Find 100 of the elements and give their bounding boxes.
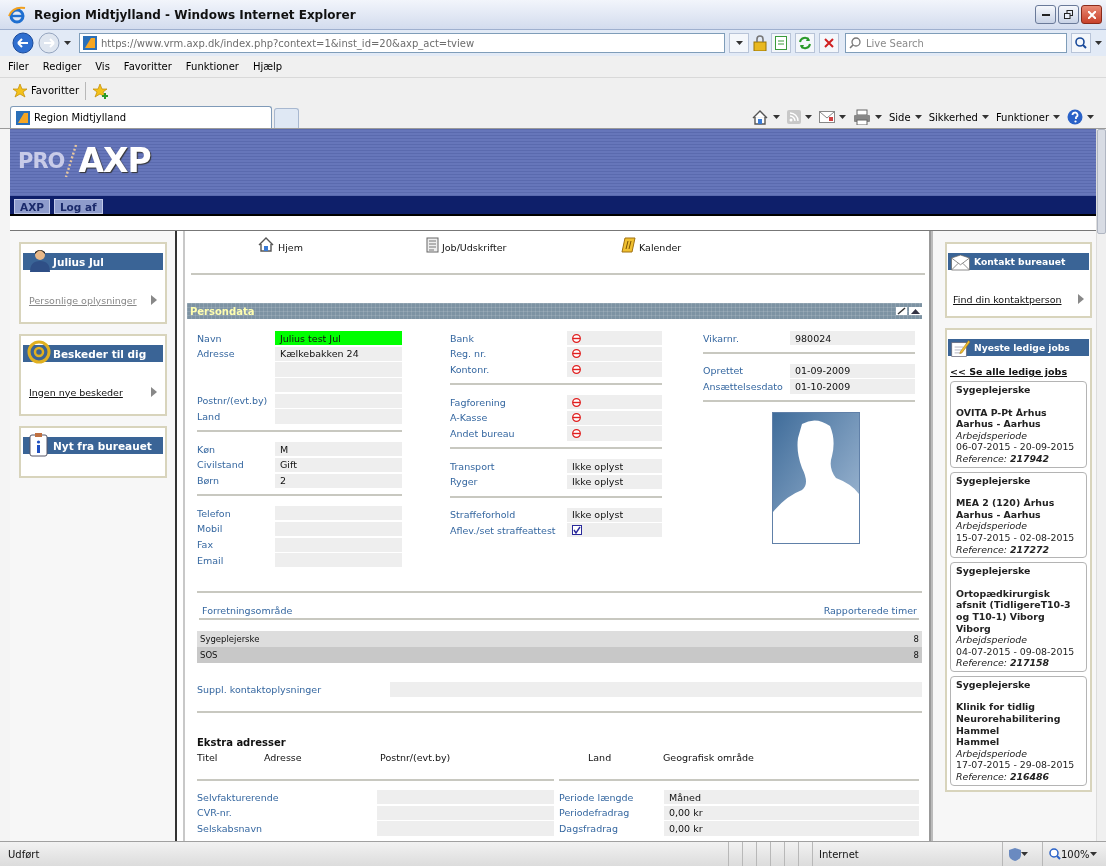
field-value: 01-10-2009: [790, 379, 915, 394]
sidebar-link[interactable]: Ingen nye beskeder: [29, 386, 123, 398]
command-menu-button[interactable]: Funktioner: [995, 111, 1060, 123]
nav-button[interactable]: Log af: [53, 199, 103, 214]
caret-icon: [773, 115, 780, 119]
lock-icon: [753, 35, 767, 51]
menu-item[interactable]: Funktioner: [185, 61, 239, 72]
field-label: Aflev./set straffeattest: [450, 524, 557, 536]
logo-slash-icon: [64, 142, 79, 179]
sidebar-link[interactable]: Personlige oplysninger: [29, 294, 137, 306]
field-label: Mobil: [197, 523, 224, 535]
favorites-button[interactable]: Favoritter: [12, 83, 79, 98]
menu-item[interactable]: Hjælp: [252, 61, 283, 72]
field-value: Måned: [664, 789, 919, 805]
search-field[interactable]: Live Search: [845, 33, 1067, 53]
print-button[interactable]: [853, 109, 882, 125]
see-all-link[interactable]: << Se alle ledige jobs: [949, 363, 1068, 377]
job-city: Aarhus - Aarhus: [956, 508, 1042, 521]
command-menu-button[interactable]: Side: [889, 111, 922, 123]
person-icon: [27, 248, 53, 274]
nav-link[interactable]: Kalender: [621, 236, 682, 253]
job-city: Viborg: [956, 622, 992, 635]
table-cell: 8: [913, 633, 919, 644]
scrollbar-thumb[interactable]: [1097, 129, 1106, 234]
field-value: 2: [275, 473, 402, 488]
nav-link[interactable]: Job/Udskrifter: [426, 237, 507, 253]
menu-item[interactable]: Filer: [8, 61, 29, 72]
stop-icon: [824, 38, 834, 48]
notepad-icon: [950, 339, 971, 358]
search-icon: [849, 37, 861, 49]
field-label: Vikarnr.: [703, 332, 740, 344]
job-title: Sygeplejerske: [956, 384, 1032, 396]
job-place: MEA 2 (120) Århus: [956, 497, 1056, 509]
compatibility-button[interactable]: [771, 33, 791, 53]
stop-button[interactable]: [819, 33, 839, 53]
menu-item[interactable]: Rediger: [42, 61, 82, 72]
calendar-icon: [621, 236, 636, 253]
field-label: Reg. nr.: [450, 348, 488, 360]
menu-item[interactable]: Vis: [95, 61, 110, 72]
field-value: Ikke oplyst: [567, 474, 662, 489]
edit-icon[interactable]: [896, 307, 907, 315]
mail-button[interactable]: [819, 111, 846, 123]
command-menu-button[interactable]: Sikkerhed: [928, 111, 989, 123]
reference-text: Reference: 217272: [956, 543, 1051, 556]
search-icon: [1075, 37, 1087, 49]
table-cell: 8: [913, 649, 919, 660]
history-dropdown-button[interactable]: [64, 41, 71, 45]
field-label: Kontonr.: [450, 363, 491, 375]
column-header: Titel: [197, 751, 219, 763]
field-value: 980024: [790, 331, 915, 346]
field-label: Straffeforhold: [450, 509, 517, 521]
job-place: Ortopædkirurgisk afsnit (TidligereT10-3 og T10-1) Viborg: [956, 587, 1072, 623]
job-place: OVITA P-Pt Århus: [956, 406, 1048, 419]
star-add-icon: [92, 82, 110, 99]
caret-icon: [735, 41, 743, 45]
address-field[interactable]: https://www.vrm.axp.dk/index.php?context=1&inst_id=20&axp_act=tview: [79, 33, 725, 53]
section-title: Ekstra adresser: [197, 736, 287, 748]
protected-mode-button[interactable]: [1009, 847, 1028, 861]
refresh-button[interactable]: [795, 33, 815, 53]
feeds-button[interactable]: [787, 110, 812, 124]
field-label: CVR-nr.: [197, 807, 233, 819]
table-cell: SOS: [200, 649, 218, 660]
field-label: Land: [197, 411, 222, 423]
column-header: Postnr/(evt.by): [380, 751, 452, 763]
column-header: Adresse: [264, 751, 303, 763]
field-label: Dagsfradrag: [559, 822, 619, 834]
arrow-icon: [1078, 294, 1084, 304]
field-label: Andet bureau: [450, 428, 516, 440]
status-text: Udført: [8, 848, 41, 860]
reference-text: Reference: 217158: [956, 657, 1051, 669]
box-title: Nyt fra bureauet: [53, 439, 152, 452]
box-title: Kontakt bureauet: [974, 256, 1066, 267]
field-label: Email: [197, 554, 225, 566]
field-value: 0,00 kr: [664, 821, 919, 836]
caret-icon: [875, 115, 882, 119]
restore-button[interactable]: [1058, 5, 1079, 24]
field-label: Bank: [450, 332, 475, 344]
nav-link[interactable]: Hjem: [257, 236, 303, 253]
blocked-icon: [572, 413, 581, 423]
add-favorite-button[interactable]: [92, 82, 110, 99]
help-button[interactable]: [1067, 109, 1094, 125]
search-options-button[interactable]: [1095, 41, 1102, 45]
period-label: Arbejdsperiode: [956, 429, 1029, 442]
zoom-button[interactable]: 100%: [1049, 848, 1097, 860]
menu-item[interactable]: Favoritter: [123, 61, 172, 72]
nav-button[interactable]: AXP: [14, 199, 50, 214]
sidebar-link[interactable]: Find din kontaktperson: [953, 293, 1062, 305]
browser-tab[interactable]: Region Midtjylland: [10, 106, 272, 128]
field-label: Ryger: [450, 476, 479, 488]
address-dropdown-button[interactable]: [729, 33, 749, 53]
minimize-button[interactable]: [1035, 5, 1056, 24]
field-label: Telefon: [197, 507, 232, 519]
checkbox[interactable]: [572, 525, 582, 536]
close-button[interactable]: [1081, 5, 1102, 24]
search-button[interactable]: [1071, 33, 1091, 53]
back-button[interactable]: [12, 32, 34, 54]
home-button[interactable]: [751, 108, 780, 126]
collapse-icon[interactable]: [909, 307, 922, 315]
job-title: Sygeplejerske: [956, 474, 1032, 487]
arrow-icon: [151, 387, 157, 397]
